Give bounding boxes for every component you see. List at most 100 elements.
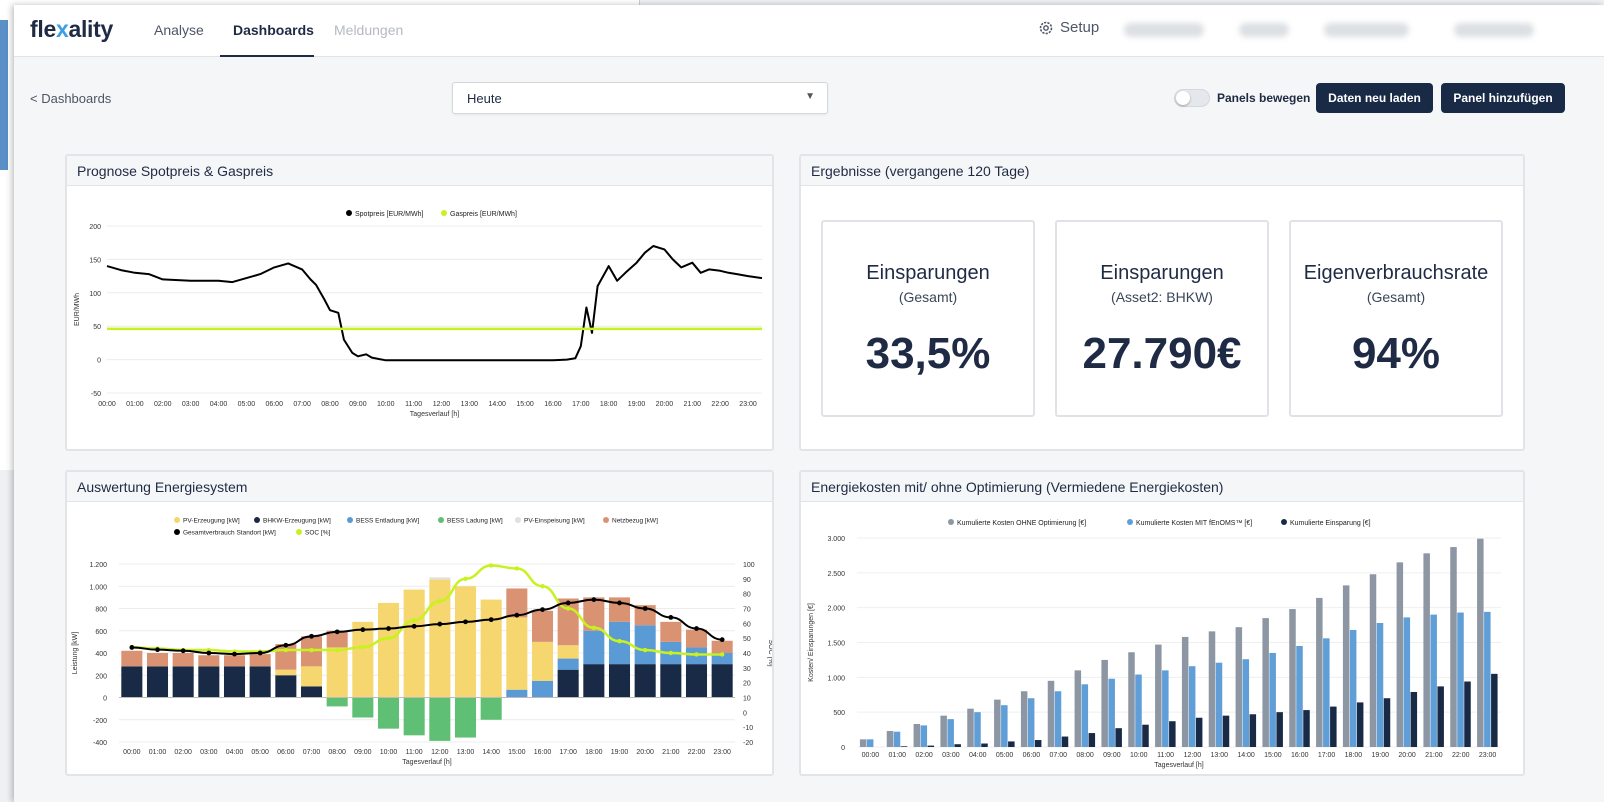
spotpreis-line [106,245,763,362]
soc-line [131,564,723,656]
bar-segment-bess-ladung [326,697,348,707]
bar-segment [146,653,169,667]
x-tick-label: 23:00 [739,401,757,408]
bar-segment [172,666,194,698]
x-tick-label: 23:00 [1479,752,1497,759]
legend-label: Kumulierte Kosten MIT fEnOMS™ [€] [1136,520,1252,527]
panels-move-toggle[interactable] [1174,89,1210,107]
x-tick-label: 22:00 [688,749,706,756]
bar-segment [711,640,733,653]
legend-marker [948,519,954,525]
cost-bar [1430,614,1437,747]
cost-bar [1457,612,1464,747]
gesamtverbrauch-point [180,648,186,654]
y-tick-label: 0 [841,745,845,752]
cost-bar [940,715,947,747]
kpi-card-savings-total: Einsparungen (Gesamt) 33,5% [821,220,1035,417]
y-tick-label: 400 [95,651,107,658]
x-tick-label: 13:00 [461,401,479,408]
setup-label: Setup [1060,19,1100,36]
x-tick-label: 01:00 [126,401,144,408]
x-tick-label: 16:00 [544,401,562,408]
cost-bar [1356,702,1364,747]
legend-label: PV-Erzeugung [kW] [183,518,240,525]
x-tick-label: 09:00 [349,401,367,408]
nav-analyse[interactable]: Analyse [154,22,204,38]
cost-bar [1115,728,1122,747]
soc-point [642,647,648,653]
period-select[interactable]: Heute ▼ [452,82,828,114]
gesamtverbrauch-point [488,617,494,623]
y2-tick-label: 0 [743,710,747,717]
kpi-subtitle: (Gesamt) [1366,289,1426,305]
x-tick-label: 20:00 [656,401,674,408]
bar-segment [121,666,143,698]
cost-bar [1020,691,1028,747]
kpi-subtitle: (Asset2: BHKW) [1111,289,1213,305]
x-tick-label: 09:00 [1103,752,1121,759]
gesamtverbrauch-point [437,621,443,627]
x-tick-label: 07:00 [1049,752,1067,759]
soc-point [719,652,725,657]
x-tick-label: 05:00 [238,401,256,408]
x-tick-label: 19:00 [1371,752,1389,759]
cost-bar [866,739,874,747]
nav-dashboards[interactable]: Dashboards [233,22,314,38]
x-tick-label: 12:00 [433,401,451,408]
y-tick-label: 0 [103,696,107,703]
soc-point [668,650,674,656]
soc-point [386,635,391,641]
bar-segment [583,630,605,665]
reload-data-button[interactable]: Daten neu laden [1316,83,1433,113]
cost-bar [893,731,901,747]
y-tick-label: 200 [95,673,107,680]
bar-segment [223,666,246,698]
y2-tick-label: 10 [743,696,751,703]
bar-segment [660,664,682,698]
panel-title: Prognose Spotpreis & Gaspreis [67,156,772,186]
soc-point [360,644,366,650]
bar-segment [198,655,220,667]
soc-point [283,647,289,653]
y-tick-label: 1.000 [89,584,107,591]
x-tick-label: 21:00 [684,401,702,408]
gesamtverbrauch-point [309,633,314,639]
x-tick-label: 00:00 [862,752,880,759]
nav-meldungen[interactable]: Meldungen [334,22,403,38]
toggle-knob [1176,91,1190,105]
bar-segment [223,655,246,667]
x-tick-label: 12:00 [431,749,449,756]
x-tick-label: 03:00 [200,749,218,756]
bar-segment [685,629,708,648]
soc-point [309,647,314,653]
x-tick-label: 20:00 [636,749,654,756]
legend-label: Kumulierte Kosten OHNE Optimierung [€] [957,520,1086,527]
gesamtverbrauch-point [360,627,366,633]
back-to-dashboards-link[interactable]: < Dashboards [30,91,111,106]
energy-system-chart: PV-Erzeugung [kW] BHKW-Erzeugung [kW] BESS… [72,517,774,766]
legend-label: Netzbezug [kW] [612,518,658,525]
x-axis-label: Tagesverlauf [h] [410,411,459,418]
gesamtverbrauch-point [719,637,725,643]
kpi-value: 94% [1351,329,1441,378]
bar-segment [608,664,631,698]
cost-bar [1008,741,1015,747]
gear-icon [1039,21,1053,34]
y-tick-label: 200 [89,224,101,231]
legend-label: BESS Entladung [kW] [356,518,419,525]
x-tick-label: 08:00 [321,401,339,408]
cost-bar [1269,652,1276,747]
flexality-logo[interactable]: flexality [30,16,113,43]
x-tick-label: 22:00 [711,401,729,408]
x-tick-label: 12:00 [1184,752,1202,759]
kpi-value: 27.790€ [1082,329,1242,378]
setup-button[interactable]: Setup [1038,19,1099,36]
add-panel-button[interactable]: Panel hinzufügen [1441,83,1565,113]
cost-bar [1242,659,1250,747]
y-axis-label: EUR/MWh [74,293,81,326]
cost-bar [1061,736,1069,747]
y-tick-label: 2.000 [827,606,845,613]
gesamtverbrauch-point [463,619,468,625]
gesamtverbrauch-point [232,651,237,657]
kpi-card-savings-bhkw: Einsparungen (Asset2: BHKW) 27.790€ [1055,220,1269,417]
